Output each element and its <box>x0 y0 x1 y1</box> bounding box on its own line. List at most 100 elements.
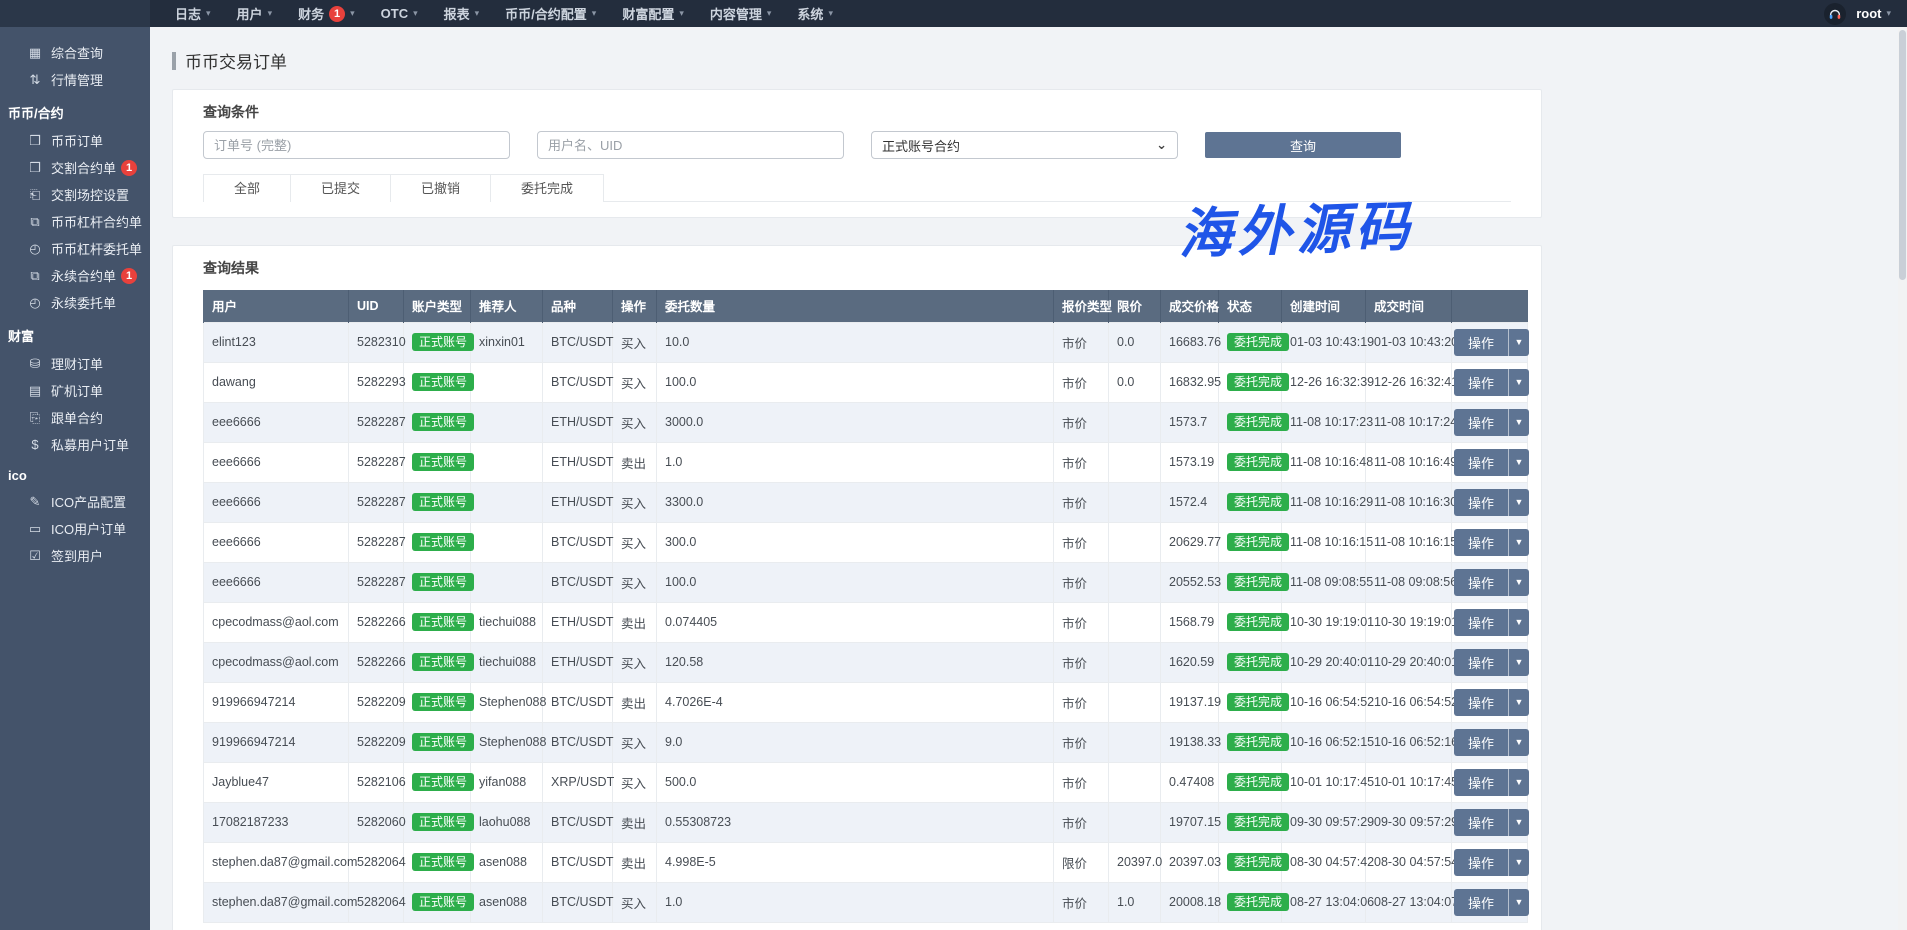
row-action-button[interactable]: 操作 <box>1454 489 1508 516</box>
row-action-button[interactable]: 操作 <box>1454 649 1508 676</box>
cell-symbol: ETH/USDT <box>543 482 613 522</box>
row-action-caret[interactable]: ▼ <box>1508 809 1529 836</box>
cell-symbol: BTC/USDT <box>543 522 613 562</box>
scrollbar-thumb[interactable] <box>1899 30 1906 280</box>
sidebar-item[interactable]: ▦综合查询 <box>0 39 150 66</box>
chevron-down-icon: ▾ <box>268 8 273 19</box>
cell-dealt-at: 11-08 09:08:56 <box>1366 562 1452 602</box>
row-action-button[interactable]: 操作 <box>1454 689 1508 716</box>
filter-tab[interactable]: 已提交 <box>290 174 391 202</box>
sidebar-item[interactable]: ⛁理财订单 <box>0 350 150 377</box>
sidebar-item[interactable]: $私募用户订单 <box>0 431 150 458</box>
sidebar-item[interactable]: ⧉永续合约单1 <box>0 262 150 289</box>
row-action-button[interactable]: 操作 <box>1454 529 1508 556</box>
row-action-button[interactable]: 操作 <box>1454 729 1508 756</box>
user-uid-input[interactable] <box>537 131 844 159</box>
row-action-caret[interactable]: ▼ <box>1508 649 1529 676</box>
row-action-button[interactable]: 操作 <box>1454 369 1508 396</box>
row-action-caret[interactable]: ▼ <box>1508 769 1529 796</box>
scrollbar-track[interactable] <box>1898 27 1907 930</box>
sidebar-item[interactable]: ◴永续委托单 <box>0 289 150 316</box>
nav-item[interactable]: 财富配置▾ <box>609 0 697 27</box>
account-type-select[interactable]: 正式账号合约 ⌄ <box>871 131 1178 159</box>
user-menu[interactable]: root ▾ <box>1856 6 1891 21</box>
row-action-caret[interactable]: ▼ <box>1508 569 1529 596</box>
file-clock-icon: ◴ <box>27 295 43 311</box>
cell-actions: 操作▼ <box>1452 602 1528 642</box>
nav-item[interactable]: 系统▾ <box>784 0 846 27</box>
cell-dealt-at: 10-16 06:54:52 <box>1366 682 1452 722</box>
cell-account-type: 正式账号 <box>404 762 471 802</box>
nav-item[interactable]: 用户▾ <box>224 0 286 27</box>
cell-limit-price <box>1109 522 1161 562</box>
filter-tab[interactable]: 已撤销 <box>390 174 491 202</box>
pencil-file-icon: ✎ <box>27 494 43 510</box>
row-action-caret[interactable]: ▼ <box>1508 889 1529 916</box>
cell-account-type: 正式账号 <box>404 682 471 722</box>
filter-tab[interactable]: 委托完成 <box>490 174 604 202</box>
cell-deal-price: 20629.77 <box>1161 522 1219 562</box>
row-action-caret[interactable]: ▼ <box>1508 689 1529 716</box>
row-action-caret[interactable]: ▼ <box>1508 449 1529 476</box>
row-action-caret[interactable]: ▼ <box>1508 849 1529 876</box>
row-action-button[interactable]: 操作 <box>1454 569 1508 596</box>
cell-created-at: 08-30 04:57:42 <box>1282 842 1366 882</box>
nav-item[interactable]: 内容管理▾ <box>697 0 785 27</box>
sidebar-item[interactable]: ☑签到用户 <box>0 542 150 569</box>
sidebar-item-label: ICO用户订单 <box>51 519 126 538</box>
query-button[interactable]: 查询 <box>1205 132 1401 158</box>
row-action-button[interactable]: 操作 <box>1454 809 1508 836</box>
filter-tab[interactable]: 全部 <box>203 174 291 202</box>
sidebar-item[interactable]: ⎗交割场控设置 <box>0 181 150 208</box>
user-avatar[interactable] <box>1824 3 1846 25</box>
sidebar-item[interactable]: ⇅行情管理 <box>0 66 150 93</box>
cell-price-type: 市价 <box>1054 322 1109 362</box>
cell-limit-price <box>1109 442 1161 482</box>
row-action-button[interactable]: 操作 <box>1454 409 1508 436</box>
row-action-caret[interactable]: ▼ <box>1508 609 1529 636</box>
sidebar-item[interactable]: ◴币币杠杆委托单 <box>0 235 150 262</box>
row-action-button[interactable]: 操作 <box>1454 449 1508 476</box>
layers-icon: ▤ <box>27 383 43 399</box>
nav-item[interactable]: 日志▾ <box>162 0 224 27</box>
nav-item[interactable]: 报表▾ <box>431 0 493 27</box>
sidebar-item[interactable]: ❒币币订单 <box>0 127 150 154</box>
cell-account-type: 正式账号 <box>404 522 471 562</box>
cell-actions: 操作▼ <box>1452 762 1528 802</box>
cell-uid: 5282287 <box>349 442 404 482</box>
cell-user: eee6666 <box>204 482 349 522</box>
sidebar-item[interactable]: ⧉币币杠杆合约单 <box>0 208 150 235</box>
nav-item[interactable]: 币币/合约配置▾ <box>492 0 609 27</box>
row-action-button[interactable]: 操作 <box>1454 609 1508 636</box>
cell-referrer: asen088 <box>471 882 543 922</box>
row-action-group: 操作▼ <box>1454 769 1529 796</box>
sidebar-item[interactable]: ⎘跟单合约 <box>0 404 150 431</box>
nav-item[interactable]: OTC▾ <box>368 0 431 27</box>
row-action-caret[interactable]: ▼ <box>1508 409 1529 436</box>
row-action-group: 操作▼ <box>1454 729 1529 756</box>
sidebar-item[interactable]: ▭ICO用户订单 <box>0 515 150 542</box>
cell-referrer: xinxin01 <box>471 322 543 362</box>
row-action-caret[interactable]: ▼ <box>1508 329 1529 356</box>
cell-user: 17082187233 <box>204 802 349 842</box>
row-action-button[interactable]: 操作 <box>1454 889 1508 916</box>
sidebar-item[interactable]: ▤矿机订单 <box>0 377 150 404</box>
row-action-button[interactable]: 操作 <box>1454 849 1508 876</box>
row-action-caret[interactable]: ▼ <box>1508 369 1529 396</box>
order-no-input[interactable] <box>203 131 510 159</box>
nav-item[interactable]: 财务1▾ <box>285 0 368 27</box>
row-action-caret[interactable]: ▼ <box>1508 729 1529 756</box>
cell-user: eee6666 <box>204 522 349 562</box>
row-action-group: 操作▼ <box>1454 849 1529 876</box>
sidebar-item[interactable]: ❒交割合约单1 <box>0 154 150 181</box>
nav-item-label: 财务 <box>298 4 324 23</box>
row-action-button[interactable]: 操作 <box>1454 329 1508 356</box>
cell-actions: 操作▼ <box>1452 522 1528 562</box>
table-row: cpecodmass@aol.com5282266正式账号tiechui088E… <box>204 642 1528 682</box>
sidebar-item[interactable]: ✎ICO产品配置 <box>0 488 150 515</box>
cell-symbol: BTC/USDT <box>543 842 613 882</box>
row-action-caret[interactable]: ▼ <box>1508 489 1529 516</box>
row-action-button[interactable]: 操作 <box>1454 769 1508 796</box>
row-action-caret[interactable]: ▼ <box>1508 529 1529 556</box>
sidebar-item-label: 签到用户 <box>51 546 103 565</box>
